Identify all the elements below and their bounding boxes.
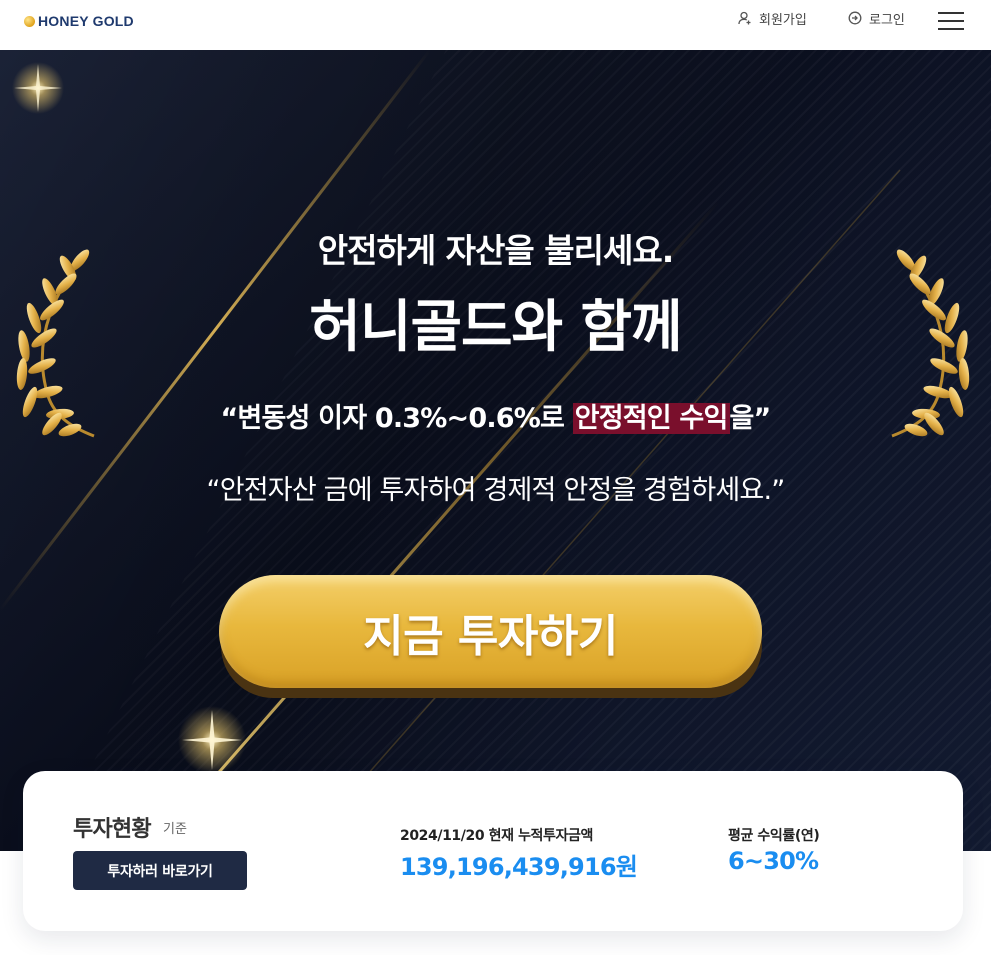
gold-streak-decoration — [0, 50, 901, 851]
average-return-value: 6~30% — [728, 847, 819, 875]
quote1-suffix: 을” — [729, 403, 772, 434]
logo-text: HONEY GOLD — [38, 13, 134, 29]
hero-banner — [0, 50, 991, 851]
join-link[interactable]: 회원가입 — [738, 9, 807, 28]
hero-quote-safe-asset: “안전자산 금에 투자하여 경제적 안정을 경험하세요.” — [206, 475, 786, 506]
go-invest-button[interactable]: 투자하러 바로가기 — [73, 851, 247, 890]
hero-quote-interest: “변동성 이자 0.3%~0.6%로 안정적인 수익을” — [0, 396, 991, 435]
site-header: HONEY GOLD 회원가입 로그인 — [0, 0, 991, 50]
login-label: 로그인 — [869, 12, 905, 28]
average-return-label: 평균 수익률(연) — [728, 828, 820, 844]
hero-title-line2: 허니골드와 함께 — [309, 295, 682, 360]
quote1-highlight: 안정적인 수익 — [572, 403, 730, 434]
hero-title-line1: 안전하게 자산을 불리세요. — [317, 231, 674, 270]
login-link[interactable]: 로그인 — [848, 9, 905, 28]
login-icon — [848, 11, 862, 25]
logo-coin-icon — [24, 16, 35, 27]
join-label: 회원가입 — [759, 12, 807, 28]
hamburger-menu-icon[interactable] — [938, 11, 964, 31]
total-investment-value: 139,196,439,916원 — [400, 853, 638, 881]
invest-now-button[interactable]: 지금 투자하기 — [219, 575, 762, 688]
investment-status-card: 투자현황 기준 투자하러 바로가기 2024/11/20 현재 누적투자금액 1… — [23, 771, 963, 931]
user-plus-icon — [738, 11, 751, 25]
logo[interactable]: HONEY GOLD — [24, 11, 134, 31]
status-subtitle: 기준 — [163, 822, 187, 837]
total-investment-label: 2024/11/20 현재 누적투자금액 — [400, 828, 593, 844]
quote1-prefix: “변동성 이자 0.3%~0.6%로 — [220, 403, 573, 434]
status-title: 투자현황 — [73, 817, 152, 842]
invest-now-label: 지금 투자하기 — [363, 610, 618, 662]
